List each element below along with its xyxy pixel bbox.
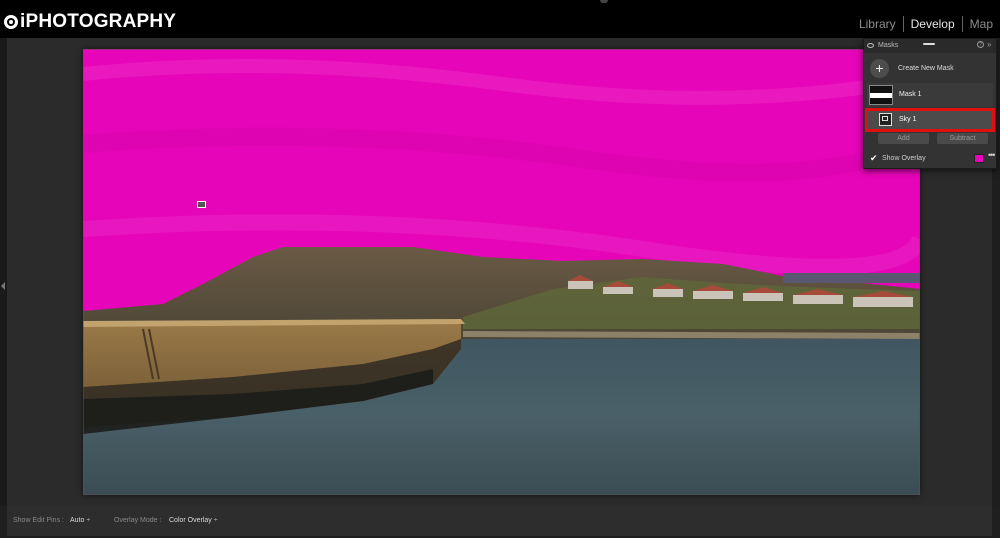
subtract-button[interactable]: Subtract bbox=[937, 133, 988, 144]
bottom-toolbar: Show Edit Pins : Auto ÷ Overlay Mode : C… bbox=[0, 506, 1000, 538]
overlay-mode-label: Overlay Mode : bbox=[114, 517, 162, 524]
show-edit-pins-label: Show Edit Pins : bbox=[13, 517, 64, 524]
mask-actions: Add Subtract bbox=[878, 133, 988, 144]
plus-icon[interactable]: + bbox=[870, 59, 889, 78]
sky-mask-icon[interactable] bbox=[879, 113, 892, 126]
more-options-icon[interactable]: ••• bbox=[988, 150, 996, 160]
mask-name[interactable]: Mask 1 bbox=[899, 91, 922, 98]
module-map[interactable]: Map bbox=[963, 17, 1000, 31]
show-overlay-row: ✔ Show Overlay ••• bbox=[870, 150, 996, 164]
create-new-mask-button[interactable]: + Create New Mask bbox=[870, 59, 954, 78]
show-overlay-checkbox[interactable]: ✔ bbox=[870, 153, 879, 164]
add-button[interactable]: Add bbox=[878, 133, 929, 144]
brand-name: iPHOTOGRAPHY bbox=[20, 11, 177, 32]
overlay-mode-select[interactable]: Color Overlay ÷ bbox=[169, 517, 218, 524]
eye-icon[interactable] bbox=[867, 43, 874, 48]
panel-toggle-notch[interactable] bbox=[600, 0, 608, 3]
photo-canvas[interactable] bbox=[83, 49, 920, 495]
masks-panel-header[interactable]: Masks ? » bbox=[864, 39, 996, 53]
workspace bbox=[0, 38, 1000, 506]
mask-thumbnail-icon[interactable] bbox=[869, 85, 893, 105]
mask-component-name[interactable]: Sky 1 bbox=[899, 116, 917, 123]
module-picker: Library Develop Map bbox=[852, 16, 1000, 32]
mask-list-item[interactable]: Mask 1 bbox=[867, 83, 993, 107]
overlay-color-swatch[interactable] bbox=[974, 154, 984, 163]
photo-image bbox=[83, 49, 920, 495]
left-panel-edge[interactable] bbox=[0, 38, 7, 506]
help-icon[interactable]: ? bbox=[977, 41, 984, 48]
toolbar-body: Show Edit Pins : Auto ÷ Overlay Mode : C… bbox=[7, 506, 992, 536]
top-bar: iPHOTOGRAPHY Library Develop Map bbox=[0, 0, 1000, 38]
aperture-icon bbox=[4, 15, 18, 29]
masks-panel-title: Masks bbox=[878, 42, 899, 49]
edit-pin-icon[interactable] bbox=[197, 201, 206, 208]
module-library[interactable]: Library bbox=[852, 17, 903, 31]
create-new-mask-label[interactable]: Create New Mask bbox=[898, 65, 954, 72]
collapse-icon[interactable]: » bbox=[987, 41, 991, 49]
brand-logo: iPHOTOGRAPHY bbox=[4, 10, 176, 34]
left-panel-toggle-icon[interactable] bbox=[1, 282, 5, 290]
show-edit-pins-select[interactable]: Auto ÷ bbox=[70, 517, 90, 524]
mask-component-item[interactable]: Sky 1 bbox=[867, 110, 993, 130]
masks-panel: Masks ? » + Create New Mask Mask 1 Sky 1… bbox=[863, 38, 997, 169]
drag-handle-icon[interactable] bbox=[923, 43, 935, 45]
module-develop[interactable]: Develop bbox=[904, 17, 962, 31]
show-overlay-label[interactable]: Show Overlay bbox=[882, 155, 926, 162]
